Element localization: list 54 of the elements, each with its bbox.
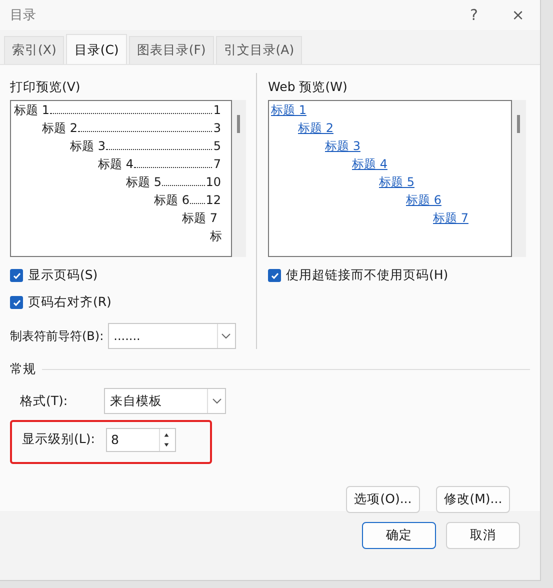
toc-link[interactable]: 标题 2 bbox=[298, 121, 334, 135]
chevron-down-icon bbox=[212, 398, 222, 404]
section-label: Web 预览(W) bbox=[268, 79, 348, 96]
page-number: 1 bbox=[213, 103, 221, 117]
page-number: 7 bbox=[213, 157, 221, 171]
toc-link[interactable]: 标题 1 bbox=[271, 103, 306, 117]
leader-label: 制表符前导符(B): bbox=[10, 328, 104, 344]
ok-button[interactable]: 确定 bbox=[362, 522, 436, 549]
checkbox[interactable] bbox=[268, 269, 281, 282]
checkmark-icon bbox=[12, 298, 22, 308]
chevron-down-icon bbox=[221, 333, 232, 339]
levels-label: 显示级别(L): bbox=[22, 430, 96, 448]
toc-link[interactable]: 标题 4 bbox=[352, 157, 388, 171]
toc-entry: 标题 4 bbox=[98, 156, 134, 173]
checkmark-icon bbox=[270, 270, 280, 280]
toc-link[interactable]: 标题 5 bbox=[379, 175, 414, 189]
tab[interactable]: 图表目录(F) bbox=[128, 36, 214, 64]
format-label: 格式(T): bbox=[20, 392, 69, 410]
checkbox-label: 使用超链接而不使用页码(H) bbox=[286, 267, 448, 284]
toc-entry: 标题 3 bbox=[70, 138, 106, 155]
checkbox[interactable] bbox=[10, 296, 23, 309]
help-button[interactable]: ? bbox=[452, 5, 496, 25]
group-title: 常规 bbox=[10, 361, 36, 378]
toc-link[interactable]: 标题 3 bbox=[325, 139, 360, 153]
toc-link[interactable]: 标题 7 bbox=[433, 211, 468, 225]
toc-entry: 标题 1 bbox=[14, 102, 50, 119]
checkbox-label: 显示页码(S) bbox=[28, 267, 98, 284]
page-number: 3 bbox=[213, 121, 221, 135]
checkbox[interactable] bbox=[10, 269, 23, 282]
window-title: 目录 bbox=[10, 7, 37, 24]
leader-dropdown[interactable]: ....... bbox=[108, 323, 236, 349]
section-label: 打印预览(V) bbox=[10, 79, 82, 96]
toc-entry: 标题 5 bbox=[126, 174, 162, 191]
toc-entry: 标题 6 bbox=[154, 192, 190, 209]
page-number: 5 bbox=[213, 139, 221, 153]
page-number: 10 bbox=[206, 175, 221, 189]
toc-entry: 标 bbox=[210, 228, 222, 245]
tab[interactable]: 目录(C) bbox=[66, 34, 127, 64]
tab[interactable]: 索引(X) bbox=[4, 36, 64, 64]
tab[interactable]: 引文目录(A) bbox=[216, 36, 302, 64]
modify-button[interactable]: 修改(M)... bbox=[436, 486, 510, 513]
scrollbar[interactable] bbox=[512, 100, 526, 257]
levels-spinner[interactable]: 8 bbox=[106, 428, 176, 452]
format-dropdown[interactable]: 来自模板 bbox=[104, 388, 226, 414]
checkbox-label: 页码右对齐(R) bbox=[28, 294, 112, 311]
toc-link[interactable]: 标题 6 bbox=[406, 193, 442, 207]
checkmark-icon bbox=[12, 270, 22, 280]
page-number: 12 bbox=[206, 193, 221, 207]
close-button[interactable]: × bbox=[496, 5, 540, 25]
cancel-button[interactable]: 取消 bbox=[446, 522, 520, 549]
scrollbar[interactable] bbox=[232, 100, 246, 257]
toc-entry: 标题 7 bbox=[182, 210, 218, 227]
toc-entry: 标题 2 bbox=[42, 120, 78, 137]
options-button[interactable]: 选项(O)... bbox=[346, 486, 420, 513]
